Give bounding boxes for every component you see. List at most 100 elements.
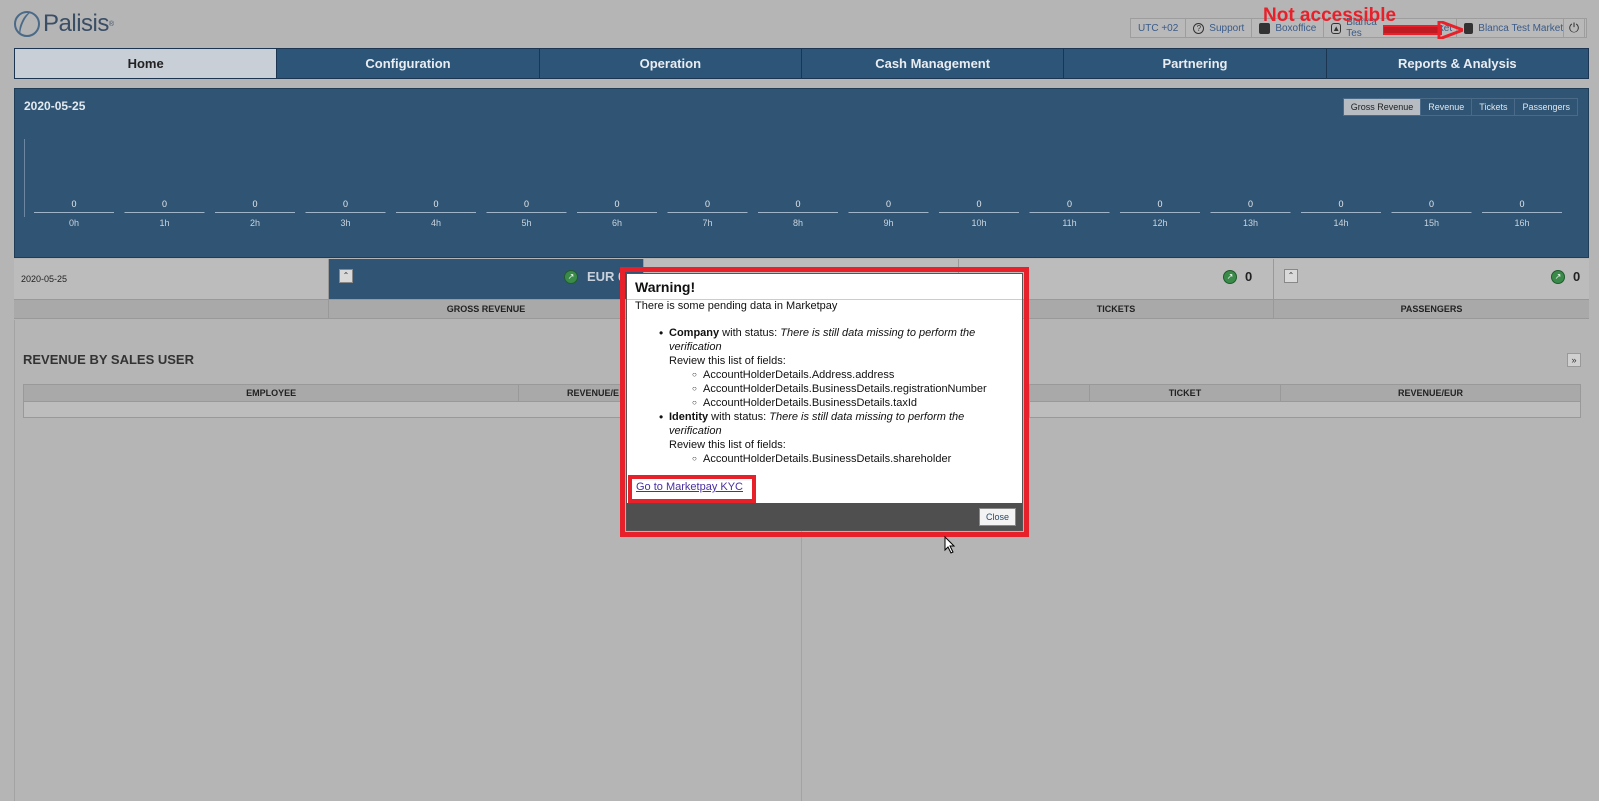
timezone-button[interactable]: UTC +02 (1130, 18, 1187, 38)
nav-home[interactable]: Home (15, 49, 277, 78)
chart-bar (396, 212, 476, 213)
close-button[interactable]: Close (978, 508, 1016, 526)
chart-bar (758, 212, 838, 213)
item-name: Identity (669, 411, 709, 423)
collapse-up-icon[interactable]: ⌃ (339, 269, 353, 283)
chart-value-label: 0 (1157, 199, 1162, 209)
chart-tick-label: 6h (612, 218, 622, 228)
field-list: AccountHolderDetails.Address.address Acc… (669, 368, 1014, 410)
field-item: AccountHolderDetails.Address.address (692, 368, 1014, 382)
palisis-logo[interactable]: Palisis ® (14, 9, 114, 39)
chart-bar (34, 212, 114, 213)
chart-bar (305, 212, 386, 213)
sales-user-table-row (23, 402, 622, 418)
chart-value-label: 0 (886, 199, 891, 209)
chart-tick-label: 8h (793, 218, 803, 228)
logo-registered-mark: ® (108, 20, 115, 28)
col-head-passengers: PASSENGERS (1400, 304, 1463, 314)
chart-tick-label: 13h (1243, 218, 1258, 228)
chart-tick-label: 10h (971, 218, 986, 228)
passengers-value: 0 (1573, 269, 1581, 284)
item-with-status: with status: (708, 411, 770, 423)
chart-value-label: 0 (1338, 199, 1343, 209)
chart-value-label: 0 (976, 199, 981, 209)
ticket-table-row (1029, 402, 1581, 418)
stats-date: 2020-05-25 (14, 259, 329, 299)
chart-value-label: 0 (1519, 199, 1524, 209)
chart-value-label: 0 (614, 199, 619, 209)
th-revenue-eur-right: REVENUE/EUR (1398, 388, 1464, 398)
chart-bar (124, 212, 205, 213)
chart-tick-label: 14h (1333, 218, 1348, 228)
chart-value-label: 0 (795, 199, 800, 209)
dialog-footer: Close (627, 503, 1022, 530)
help-circle-icon: ? (1193, 22, 1205, 34)
chart-tick-label: 7h (702, 218, 712, 228)
chart-tick-label: 5h (521, 218, 531, 228)
th-employee: EMPLOYEE (24, 385, 520, 401)
chart-bar (215, 212, 295, 213)
main-nav: Home Configuration Operation Cash Manage… (14, 48, 1589, 79)
chart-bar (1210, 212, 1291, 213)
pending-items-list: Company with status: There is still data… (659, 326, 1014, 466)
chart-value-label: 0 (1248, 199, 1253, 209)
item-review: Review this list of fields: (669, 439, 786, 451)
mouse-cursor-icon (944, 536, 956, 554)
nav-configuration[interactable]: Configuration (276, 49, 538, 78)
chart-tick-label: 15h (1424, 218, 1439, 228)
gross-revenue-stat: ⌃ ↗ EUR 0 (329, 259, 644, 299)
th-blank (1030, 385, 1090, 401)
marketpay-kyc-link[interactable]: Go to Marketpay KYC (636, 481, 743, 493)
chart-value-label: 0 (162, 199, 167, 209)
chart-bar (1029, 212, 1110, 213)
globe-logo-icon (14, 11, 40, 37)
chart-value-label: 0 (1429, 199, 1434, 209)
chart-bar (939, 212, 1019, 213)
nav-operation[interactable]: Operation (538, 49, 801, 78)
chart-bar (1301, 212, 1381, 213)
item-review: Review this list of fields: (669, 355, 786, 367)
chart-tick-label: 12h (1152, 218, 1167, 228)
chart-panel: 2020-05-25 Gross Revenue Revenue Tickets… (14, 88, 1589, 258)
col-head-blank (14, 300, 329, 318)
timezone-label: UTC +02 (1138, 22, 1179, 34)
chart-tick-label: 4h (431, 218, 441, 228)
field-item: AccountHolderDetails.BusinessDetails.reg… (692, 382, 1014, 396)
chart-bar (1482, 212, 1562, 213)
collapse-up-icon[interactable]: ⌃ (1284, 269, 1298, 283)
expand-icon[interactable]: » (1567, 353, 1581, 367)
chart-value-label: 0 (433, 199, 438, 209)
dialog-intro: There is some pending data in Marketpay (635, 300, 838, 312)
power-icon[interactable]: ⏻ (1563, 18, 1585, 38)
chart-bar (577, 212, 657, 213)
nav-partnering[interactable]: Partnering (1063, 49, 1325, 78)
chart-value-label: 0 (71, 199, 76, 209)
annotation-text: Not accessible (1263, 5, 1397, 26)
chart-value-label: 0 (524, 199, 529, 209)
chart-tick-label: 3h (340, 218, 350, 228)
chart-bar (1391, 212, 1472, 213)
chart-value-label: 0 (705, 199, 710, 209)
chart-tick-label: 9h (883, 218, 893, 228)
nav-reports-analysis[interactable]: Reports & Analysis (1325, 49, 1588, 78)
th-revenue-eur: REVENUE/E (566, 388, 619, 398)
nav-cash-management[interactable]: Cash Management (800, 49, 1063, 78)
arrow-icon: ↗ (564, 270, 578, 284)
chart-tick-label: 11h (1062, 218, 1076, 228)
passengers-stat: ⌃ ↗ 0 (1274, 259, 1589, 299)
pending-item-company: Company with status: There is still data… (659, 326, 1014, 410)
chart-tick-label: 2h (250, 218, 260, 228)
th-ticket: TICKET (1090, 385, 1282, 401)
field-list: AccountHolderDetails.BusinessDetails.sha… (669, 452, 1014, 466)
support-button[interactable]: ? Support (1185, 18, 1253, 38)
col-head-gross-revenue: GROSS REVENUE (329, 300, 644, 318)
item-name: Company (669, 327, 720, 339)
chart-tick-label: 16h (1514, 218, 1529, 228)
building-icon (1464, 22, 1474, 34)
chart-value-label: 0 (252, 199, 257, 209)
ticket-table-header: TICKET REVENUE/EUR (1029, 384, 1581, 402)
logo-text: Palisis (43, 10, 109, 37)
chart-value-label: 0 (343, 199, 348, 209)
chart-tick-label: 1h (159, 218, 169, 228)
arrow-icon: ↗ (1551, 270, 1565, 284)
